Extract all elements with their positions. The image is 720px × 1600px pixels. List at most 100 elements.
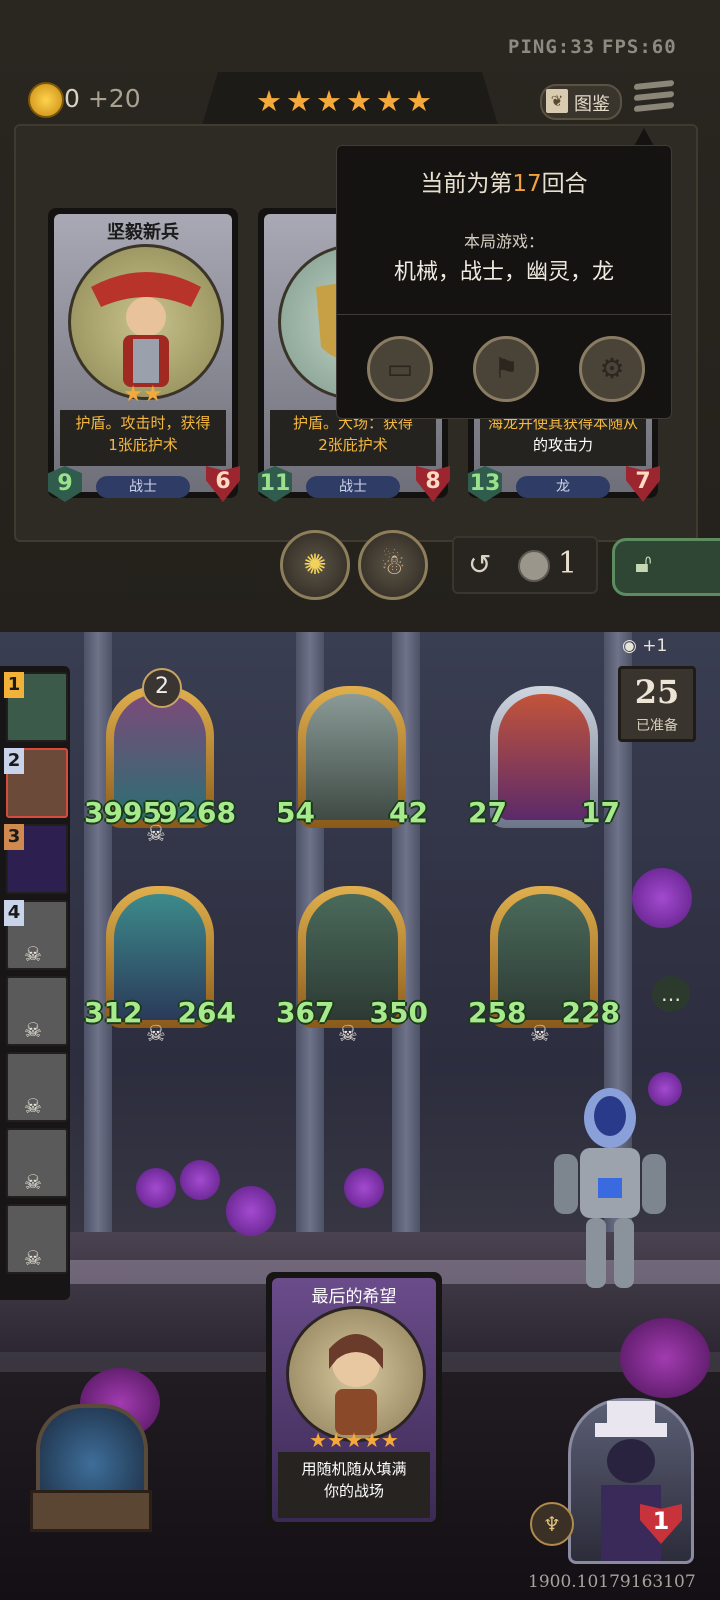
gold-display: 0 +20 [64, 84, 141, 113]
rulebook-icon: ▭ [386, 352, 414, 385]
shop-panel: PING:33 FPS:60 0 +20 ★★★★★★ ❦ 图鉴 坚毅新兵 ★★… [0, 0, 720, 632]
card-attack: 11 [258, 466, 292, 502]
rulebook-button[interactable]: ▭ [367, 336, 433, 402]
chat-icon[interactable]: … [652, 976, 690, 1012]
dragon-girl-art [498, 694, 590, 820]
board-minion[interactable]: 312 264 ☠ [84, 886, 236, 1047]
minion-tier-badge: 2 [142, 668, 182, 708]
rose-decoration [620, 1318, 710, 1398]
rose-decoration [344, 1168, 384, 1208]
player-hero-portrait[interactable] [568, 1398, 694, 1564]
ready-label: 已准备 [636, 718, 678, 734]
minion-health: 17 [581, 796, 620, 829]
rose-decoration [226, 1186, 276, 1236]
player-slot-eliminated[interactable]: ☠ [6, 976, 68, 1046]
soldier-art [68, 244, 224, 400]
player-slot[interactable]: 1 [4, 672, 68, 742]
rank-badge: 3 [4, 824, 24, 850]
card-tribe: 战士 [96, 476, 190, 498]
player-slot-eliminated[interactable]: ☠ [6, 1128, 68, 1198]
card-description: 护盾。攻击时，获得 1张庇护术 [60, 410, 226, 466]
gold-coin-icon [28, 82, 64, 118]
surrender-flag-icon: ⚑ [493, 352, 519, 385]
player-slot-active[interactable]: 2 [4, 748, 68, 818]
minion-attack: 258 [468, 996, 527, 1029]
codex-label: 图鉴 [574, 94, 610, 115]
minion-attack: 367 [276, 996, 335, 1029]
refresh-icon: ↺ [468, 548, 492, 581]
refresh-cost: 1 [558, 546, 578, 581]
rank-badge: 1 [4, 672, 24, 698]
card-attack: 9 [48, 466, 82, 502]
robot-hero-figure [540, 1078, 680, 1298]
rank-badge: 2 [4, 748, 24, 774]
gold-income: +20 [87, 84, 141, 113]
minion-attack: 27 [468, 796, 507, 829]
minion-health: 42 [389, 796, 428, 829]
ping-readout: PING:33 [508, 36, 596, 58]
shop-card[interactable]: 坚毅新兵 ★★ 护盾。攻击时，获得 1张庇护术 9 战士 6 [48, 208, 240, 502]
spell-name: 最后的希望 [311, 1287, 397, 1307]
rose-decoration [180, 1160, 220, 1200]
player-slot-eliminated[interactable]: 4 ☠ [4, 900, 68, 970]
card-name: 坚毅新兵 [107, 222, 179, 243]
debug-coordinates: 1900.10179163107 [528, 1572, 696, 1592]
board-minion[interactable]: 54 42 [276, 686, 428, 836]
doll-icon: ☃ [380, 548, 406, 581]
minion-health: 228 [561, 996, 620, 1029]
minion-health: 350 [369, 996, 428, 1029]
skull-icon: ☠ [146, 1022, 166, 1047]
minion-health: 9268 [158, 796, 236, 829]
player-slot-eliminated[interactable]: ☠ [6, 1204, 68, 1274]
card-attack: 13 [468, 466, 502, 502]
spell-stars: ★★★★★ [309, 1428, 399, 1452]
round-text: 当前为第17回合 [420, 171, 588, 197]
menu-icon[interactable] [634, 79, 674, 118]
minion-health: 264 [177, 996, 236, 1029]
hero-power-button[interactable]: ✺ [280, 530, 350, 600]
player-slot[interactable]: 3 [4, 824, 68, 894]
settings-button[interactable]: ⚙ [579, 336, 645, 402]
hand-spell-card[interactable]: 最后的希望 ★★★★★ 用随机随从填满 你的战场 [266, 1272, 442, 1528]
book-icon: ❦ [546, 89, 568, 113]
spectator-count: ◉ +1 [622, 636, 668, 656]
rank-badge: 4 [4, 900, 24, 926]
tavern-tier-stars: ★★★★★★ [256, 84, 436, 118]
card-stars: ★★ [123, 382, 163, 407]
skull-icon: ☠ [530, 1022, 550, 1047]
surrender-button[interactable]: ⚑ [473, 336, 539, 402]
card-tribe: 龙 [516, 476, 610, 498]
coin-icon [518, 550, 550, 582]
ready-counter: ◉ +1 25 已准备 [612, 636, 696, 746]
refresh-button[interactable]: ↺ 1 [452, 536, 598, 594]
beast-minion-art [306, 694, 398, 820]
board-minion[interactable]: 367 350 ☠ [276, 886, 428, 1047]
ready-count: 25 [634, 673, 680, 711]
minion-attack: 54 [276, 796, 315, 829]
board-minion[interactable]: 258 228 ☠ [468, 886, 620, 1047]
lock-shop-button[interactable]: 🔓︎ [612, 538, 720, 596]
skull-icon: ☠ [24, 1246, 42, 1270]
codex-button[interactable]: ❦ 图鉴 [540, 84, 622, 120]
eye-icon: ◉ [622, 636, 637, 656]
popup-divider [337, 314, 671, 315]
skull-icon: ☠ [146, 822, 166, 847]
player-slot-eliminated[interactable]: ☠ [6, 1052, 68, 1122]
skull-icon: ☠ [24, 942, 42, 966]
game-label: 本局游戏： [463, 232, 544, 251]
gold-amount: 0 [64, 84, 80, 113]
board-minion[interactable]: 27 17 [468, 686, 620, 836]
chest-decoration [30, 1490, 152, 1532]
ready-panel: 25 已准备 [618, 666, 696, 742]
sun-gem-icon: ✺ [303, 548, 327, 581]
round-info-popup: 当前为第17回合 本局游戏： 机械，战士，幽灵，龙 ▭ ⚑ ⚙ [336, 145, 672, 419]
skull-icon: ☠ [338, 1022, 358, 1047]
round-number: 17 [512, 171, 542, 197]
board-minion[interactable]: 2 3995 9268 ☠ [84, 668, 236, 847]
voodoo-doll-button[interactable]: ☃ [358, 530, 428, 600]
minion-attack: 312 [84, 996, 143, 1029]
hero-power-icon[interactable]: ♆ [530, 1502, 574, 1546]
fps-readout: FPS:60 [602, 36, 677, 58]
lock-icon: 🔓︎ [635, 549, 652, 579]
card-tribe: 战士 [306, 476, 400, 498]
